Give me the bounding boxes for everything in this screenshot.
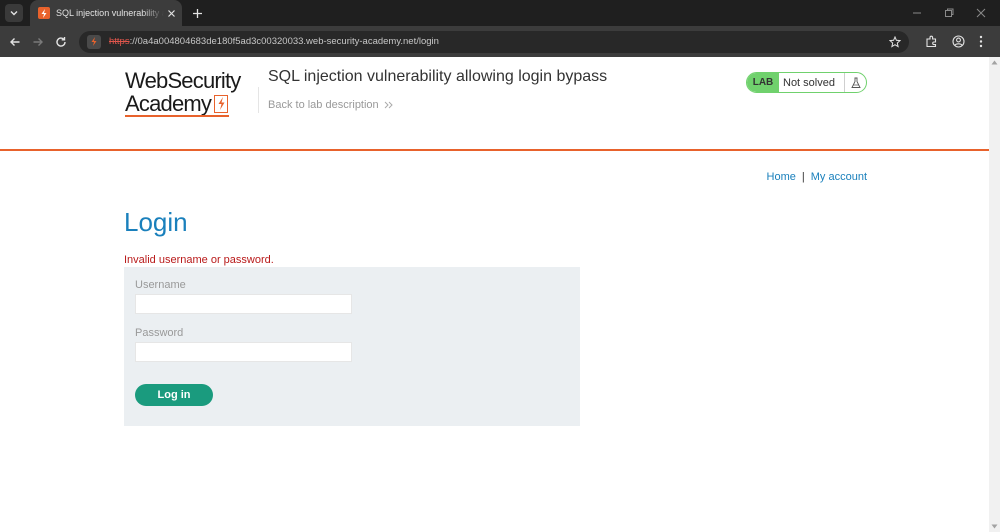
password-label: Password [135, 327, 184, 339]
url-text: https://0a4a004804683de180f5ad3c00320033… [109, 36, 439, 47]
lightning-icon [38, 7, 50, 19]
back-button[interactable] [7, 34, 23, 50]
browser-tab-bar: SQL injection vulnerability allowing log… [0, 0, 1000, 26]
browser-toolbar: https://0a4a004804683de180f5ad3c00320033… [0, 26, 1000, 57]
flask-icon [844, 73, 866, 92]
lab-status-text: Not solved [783, 76, 835, 89]
forward-button[interactable] [30, 34, 46, 50]
header-divider [258, 87, 259, 113]
scroll-up-arrow-icon[interactable] [991, 60, 998, 65]
restore-icon[interactable] [944, 8, 954, 18]
username-label: Username [135, 279, 186, 291]
academy-logo[interactable]: WebSecurity Academy [125, 69, 257, 117]
bookmark-button[interactable] [889, 35, 901, 48]
tab-search-button[interactable] [5, 4, 23, 22]
url-scheme: https [109, 36, 130, 47]
reload-icon [56, 36, 66, 47]
page-scrollbar[interactable] [989, 57, 1000, 532]
home-link[interactable]: Home [767, 171, 796, 183]
browser-tab[interactable]: SQL injection vulnerability allowing log… [30, 0, 182, 26]
lab-header: WebSecurity Academy SQL injection vulner… [0, 57, 989, 151]
arrow-left-icon [10, 37, 20, 46]
more-menu-icon[interactable] [979, 35, 983, 48]
page-title: Login [124, 207, 188, 237]
lab-status-widget: LAB Not solved [746, 72, 867, 93]
site-info-button[interactable] [87, 34, 101, 49]
lab-badge: LAB [747, 73, 779, 92]
profile-icon[interactable] [952, 35, 965, 48]
chevron-down-icon [10, 11, 18, 16]
scroll-down-arrow-icon[interactable] [991, 524, 998, 529]
double-chevron-right-icon [384, 101, 394, 109]
close-icon [168, 9, 175, 17]
lab-title: SQL injection vulnerability allowing log… [268, 68, 608, 85]
address-bar[interactable]: https://0a4a004804683de180f5ad3c00320033… [79, 30, 909, 53]
reload-button[interactable] [53, 34, 69, 50]
lightning-icon [214, 94, 229, 113]
logo-text-bottom-row: Academy [125, 92, 257, 115]
login-button[interactable]: Log in [135, 384, 213, 406]
logo-text-bottom: Academy [125, 91, 212, 116]
login-form: Username Password Log in [124, 267, 580, 426]
logo-text-top: WebSecurity [125, 68, 241, 93]
close-window-icon[interactable] [976, 8, 986, 18]
minimize-icon[interactable] [912, 8, 922, 18]
back-to-lab-text: Back to lab description [268, 99, 379, 111]
extensions-icon[interactable] [925, 35, 938, 48]
login-error-message: Invalid username or password. [124, 254, 274, 266]
account-nav: Home | My account [767, 171, 867, 183]
logo-underline [125, 115, 229, 117]
password-input[interactable] [135, 342, 352, 362]
tab-title: SQL injection vulnerability allowing log… [56, 8, 164, 18]
page-content: WebSecurity Academy SQL injection vulner… [0, 57, 989, 532]
star-icon [889, 35, 901, 48]
url-path: ://0a4a004804683de180f5ad3c00320033.web-… [129, 36, 439, 47]
my-account-link[interactable]: My account [811, 171, 867, 183]
new-tab-button[interactable] [192, 8, 203, 19]
username-input[interactable] [135, 294, 352, 314]
lightning-icon [91, 37, 97, 46]
arrow-right-icon [33, 37, 43, 46]
window-controls [912, 8, 1000, 18]
toolbar-actions [925, 35, 983, 48]
plus-icon [193, 8, 202, 18]
nav-separator: | [801, 171, 805, 183]
back-to-lab-link[interactable]: Back to lab description [268, 99, 394, 111]
close-tab-button[interactable] [167, 9, 176, 18]
